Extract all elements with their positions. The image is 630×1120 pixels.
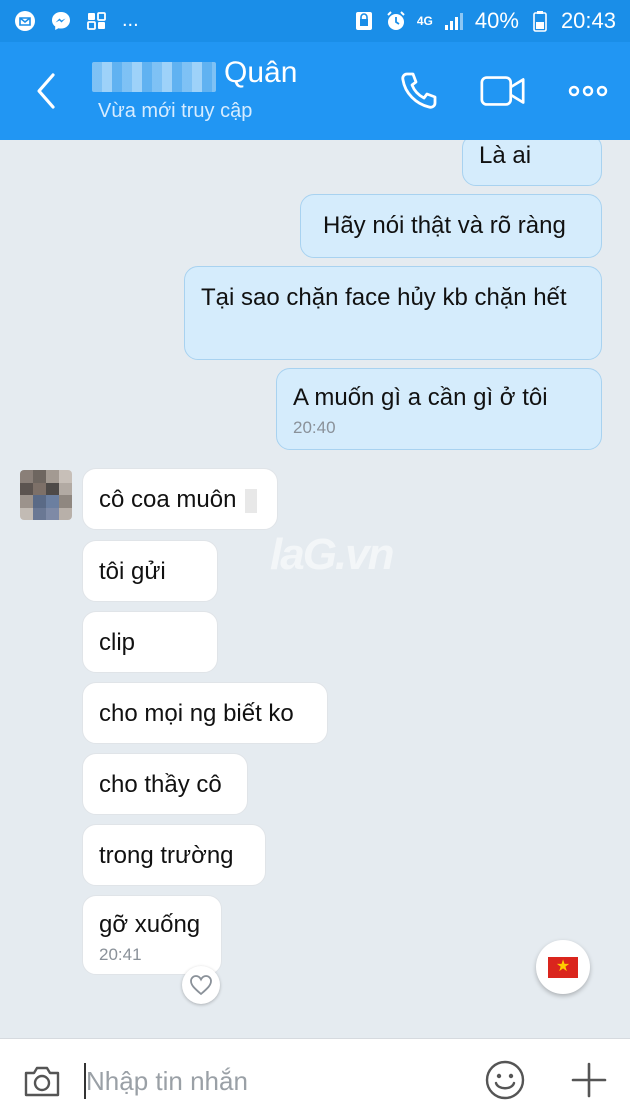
message-bubble-received[interactable]: gỡ xuống 20:41 xyxy=(82,895,222,975)
message-text: trong trường xyxy=(99,842,234,869)
message-text: cô coa muôn xyxy=(99,486,237,513)
battery-percent: 40% xyxy=(474,8,519,33)
redaction-block xyxy=(245,488,258,513)
phone-icon xyxy=(401,72,437,109)
smiley-icon xyxy=(485,1060,525,1100)
alarm-icon xyxy=(385,10,407,32)
message-text: cho thầy cô xyxy=(99,771,222,798)
chat-message-list[interactable]: laG.vn Là ai Hãy nói thật và rõ ràng Tại… xyxy=(0,140,630,1038)
camera-icon xyxy=(24,1066,60,1097)
more-options-button[interactable] xyxy=(563,68,613,114)
message-bubble-received[interactable]: cho mọi ng biết ko xyxy=(82,682,328,744)
message-text: Tại sao chặn face hủy kb chặn hết xyxy=(201,284,567,311)
message-input-bar xyxy=(0,1038,630,1120)
status-bar-system: 4G 40% 20:43 xyxy=(353,8,616,34)
message-text: A muốn gì a cần gì ở tôi xyxy=(293,384,548,411)
status-bar-notifications: ... xyxy=(14,9,139,32)
contact-name[interactable]: Quân xyxy=(224,56,297,90)
blurred-name-redaction xyxy=(92,62,216,92)
message-bubble-received[interactable]: clip xyxy=(82,611,218,673)
message-bubble-sent[interactable]: Hãy nói thật và rõ ràng xyxy=(300,194,602,258)
message-text: clip xyxy=(99,629,136,656)
message-bubble-sent[interactable]: Tại sao chặn face hủy kb chặn hết xyxy=(184,266,602,360)
message-bubble-received[interactable]: trong trường xyxy=(82,824,266,886)
message-text: tôi gửi xyxy=(99,558,166,585)
message-text: gỡ xuống xyxy=(99,911,201,938)
camera-button[interactable] xyxy=(20,1059,64,1103)
message-bubble-received[interactable]: tôi gửi xyxy=(82,540,218,602)
back-button[interactable] xyxy=(26,68,66,114)
battery-icon xyxy=(529,10,551,32)
message-text: Là ai xyxy=(479,142,532,169)
video-camera-icon xyxy=(480,76,525,106)
video-call-button[interactable] xyxy=(478,68,528,114)
message-timestamp: 20:41 xyxy=(99,945,142,964)
contact-avatar[interactable] xyxy=(20,470,72,520)
more-dots-icon xyxy=(568,85,608,97)
email-notification-icon xyxy=(14,10,36,32)
message-text: cho mọi ng biết ko xyxy=(99,700,294,727)
plus-icon xyxy=(571,1062,607,1098)
message-input[interactable] xyxy=(86,1059,446,1103)
app-notification-icon xyxy=(86,10,108,32)
message-timestamp: 20:40 xyxy=(293,418,336,437)
sticker-flag-button[interactable]: ★ xyxy=(536,940,590,994)
clock-time: 20:43 xyxy=(560,8,616,33)
heart-icon xyxy=(190,975,212,996)
more-notifications-indicator: ... xyxy=(122,9,139,31)
watermark: laG.vn xyxy=(270,530,394,579)
attach-plus-button[interactable] xyxy=(566,1057,612,1103)
message-bubble-received[interactable]: cho thầy cô xyxy=(82,753,248,815)
call-button[interactable] xyxy=(394,68,444,114)
status-bar: ... 4G 40% 20:43 xyxy=(0,0,630,42)
lock-screen-icon xyxy=(353,10,375,32)
network-type-label: 4G xyxy=(416,14,433,28)
message-bubble-sent[interactable]: A muốn gì a cần gì ở tôi 20:40 xyxy=(276,368,602,450)
contact-status: Vừa mới truy cập xyxy=(98,100,253,122)
vietnam-flag-icon: ★ xyxy=(548,956,578,978)
messenger-icon xyxy=(50,10,72,32)
chevron-left-icon xyxy=(37,73,55,109)
react-heart-button[interactable] xyxy=(182,966,220,1004)
message-bubble-received[interactable]: cô coa muôn xyxy=(82,468,278,530)
message-text: Hãy nói thật và rõ ràng xyxy=(323,212,566,239)
emoji-button[interactable] xyxy=(482,1057,528,1103)
signal-icon xyxy=(443,10,465,32)
message-bubble-sent[interactable]: Là ai xyxy=(462,140,602,186)
chat-header: Quân Vừa mới truy cập xyxy=(0,42,630,140)
